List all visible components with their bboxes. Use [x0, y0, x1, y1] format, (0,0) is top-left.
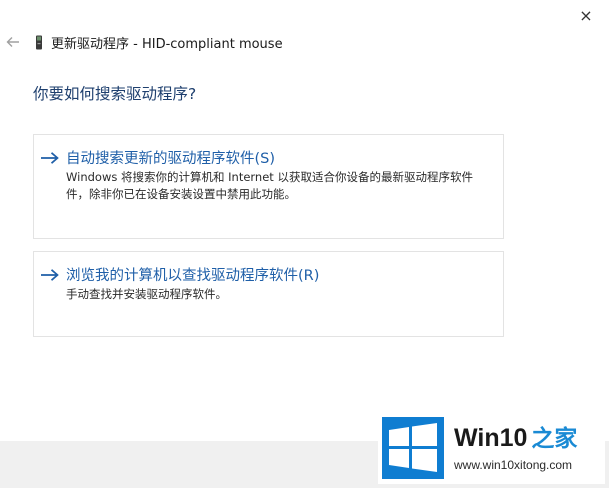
close-icon: × [579, 5, 593, 25]
title-bar: 更新驱动程序 - HID-compliant mouse [0, 30, 283, 54]
watermark-brand: Win10 之家 [454, 424, 577, 452]
right-arrow-icon [40, 150, 60, 166]
update-driver-window: × 更新驱动程序 - HID-compliant mouse 你要如何搜索驱动程… [0, 0, 609, 488]
option-description: 手动查找并安装驱动程序软件。 [66, 286, 496, 303]
option-auto-search[interactable]: 自动搜索更新的驱动程序软件(S) Windows 将搜索你的计算机和 Inter… [33, 134, 504, 239]
option-title-row: 自动搜索更新的驱动程序软件(S) [40, 147, 275, 168]
close-button[interactable]: × [563, 0, 609, 30]
option-title: 自动搜索更新的驱动程序软件(S) [66, 151, 276, 167]
watermark-url: www.win10xitong.com [454, 458, 573, 472]
windows-logo-icon [382, 417, 444, 479]
watermark-brand-main: Win10 [454, 424, 528, 452]
back-arrow-icon [6, 37, 19, 47]
watermark-brand-accent: 之家 [531, 425, 578, 451]
back-button[interactable] [0, 30, 26, 54]
option-description-line: Windows 将搜索你的计算机和 Internet 以获取适合你设备的最新驱动… [66, 170, 473, 184]
option-description-line: 件，除非你已在设备安装设置中禁用此功能。 [66, 187, 296, 201]
option-title: 浏览我的计算机以查找驱动程序软件(R) [66, 268, 320, 284]
option-description: Windows 将搜索你的计算机和 Internet 以获取适合你设备的最新驱动… [66, 169, 496, 203]
right-arrow-icon [40, 267, 60, 283]
option-title-row: 浏览我的计算机以查找驱动程序软件(R) [40, 264, 319, 285]
option-description-line: 手动查找并安装驱动程序软件。 [66, 287, 227, 301]
device-icon [32, 34, 46, 50]
watermark: Win10 之家 www.win10xitong.com [378, 412, 605, 484]
watermark-text: Win10 之家 www.win10xitong.com [454, 424, 577, 472]
window-title: 更新驱动程序 - HID-compliant mouse [51, 36, 283, 52]
page-heading: 你要如何搜索驱动程序? [33, 85, 197, 103]
option-browse-computer[interactable]: 浏览我的计算机以查找驱动程序软件(R) 手动查找并安装驱动程序软件。 [33, 251, 504, 337]
